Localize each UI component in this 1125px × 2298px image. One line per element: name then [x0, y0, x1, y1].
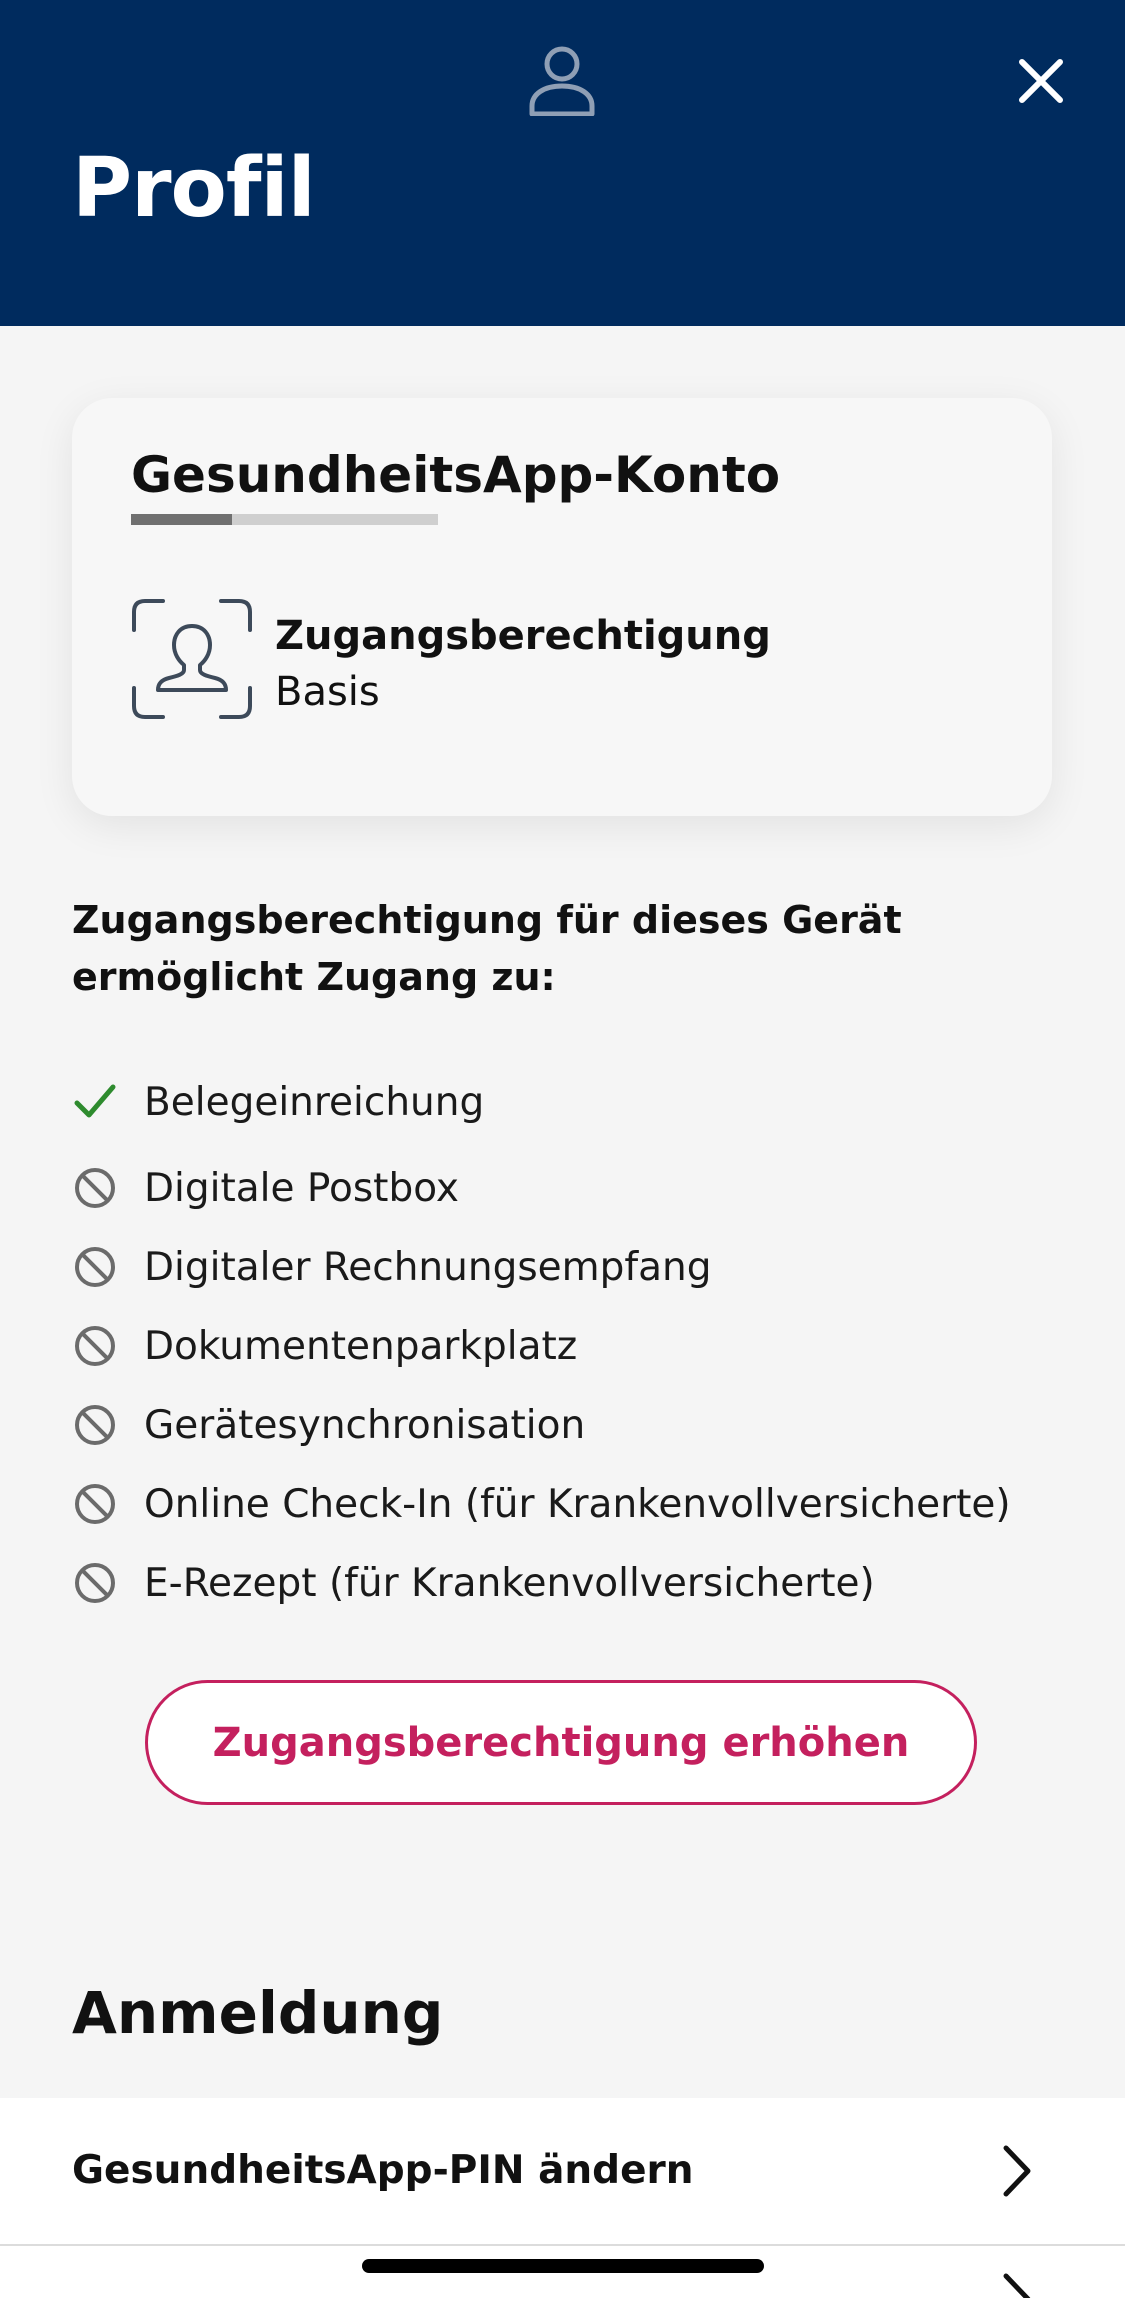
card-title: GesundheitsApp-Konto: [131, 446, 781, 504]
feature-item: E-Rezept (für Krankenvollversicherte): [72, 1553, 875, 1613]
account-card: GesundheitsApp-Konto Zugangsberechtigung…: [72, 398, 1052, 816]
check-icon: [74, 1084, 116, 1118]
feature-label: Dokumentenparkplatz: [144, 1323, 578, 1369]
chevron-right-icon: [1003, 2273, 1031, 2298]
access-label: Zugangsberechtigung: [275, 613, 771, 659]
blocked-icon: [75, 1484, 115, 1524]
home-indicator: [362, 2259, 764, 2273]
feature-item: Digitale Postbox: [72, 1158, 459, 1218]
feature-label: Online Check-In (für Krankenvollversiche…: [144, 1481, 1011, 1527]
feature-label: Digitale Postbox: [144, 1165, 459, 1211]
access-progress-bar: [131, 514, 438, 525]
section-title-login: Anmeldung: [72, 1979, 444, 2047]
access-progress-fill: [131, 514, 233, 525]
feature-label: E-Rezept (für Krankenvollversicherte): [144, 1560, 875, 1606]
blocked-icon: [75, 1405, 115, 1445]
blocked-icon: [75, 1247, 115, 1287]
header-bar: Profil: [0, 0, 1125, 326]
blocked-icon: [75, 1563, 115, 1603]
page-title: Profil: [72, 141, 316, 236]
change-pin-row[interactable]: GesundheitsApp-PIN ändern: [0, 2098, 1125, 2244]
feature-label: Digitaler Rechnungsempfang: [144, 1244, 712, 1290]
chevron-right-icon: [1003, 2145, 1031, 2197]
raise-access-button[interactable]: Zugangsberechtigung erhöhen: [145, 1680, 977, 1805]
close-icon: [1019, 59, 1063, 103]
access-heading: Zugangsberechtigung für dieses Gerät erm…: [72, 898, 902, 999]
person-outline-icon: [529, 46, 595, 116]
person-frame-icon: [132, 599, 252, 719]
feature-item: Dokumentenparkplatz: [72, 1316, 577, 1376]
feature-item: Digitaler Rechnungsempfang: [72, 1237, 711, 1297]
blocked-icon: [75, 1168, 115, 1208]
feature-label: Gerätesynchronisation: [144, 1402, 586, 1448]
close-button[interactable]: [1010, 50, 1072, 112]
blocked-icon: [75, 1326, 115, 1366]
feature-item: Belegeinreichung: [72, 1072, 484, 1132]
change-pin-label: GesundheitsApp-PIN ändern: [72, 2148, 694, 2193]
feature-item: Online Check-In (für Krankenvollversiche…: [72, 1474, 1011, 1534]
access-level-value: Basis: [275, 669, 380, 715]
feature-item: Gerätesynchronisation: [72, 1395, 585, 1455]
feature-label: Belegeinreichung: [144, 1079, 485, 1125]
